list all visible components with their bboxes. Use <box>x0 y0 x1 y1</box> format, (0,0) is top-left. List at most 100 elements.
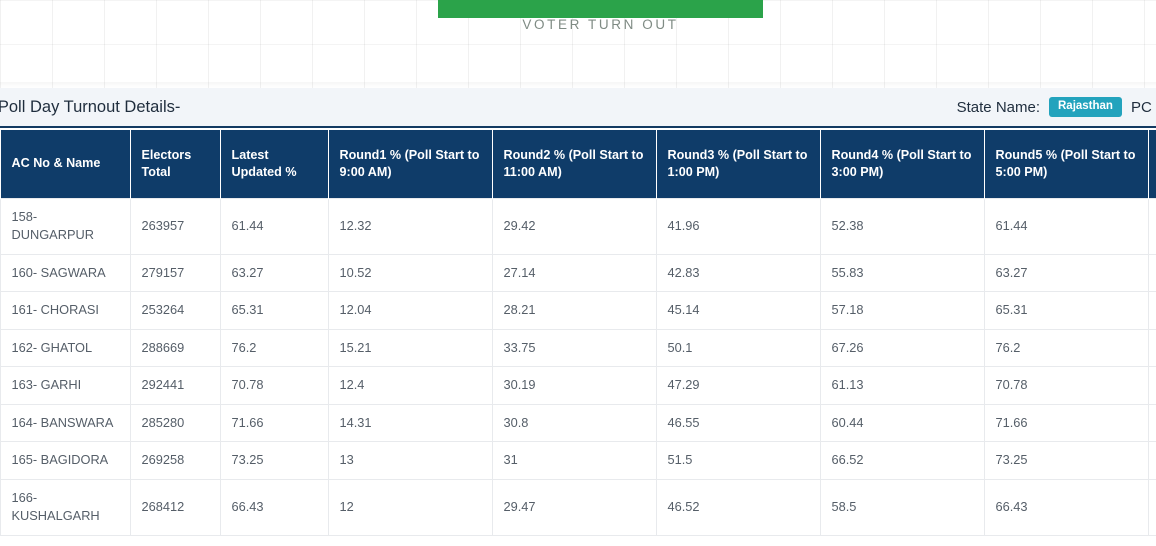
column-header-ac-no-name[interactable]: AC No & Name <box>0 130 131 198</box>
state-name-badge[interactable]: Rajasthan <box>1049 97 1122 117</box>
cell-ac-no-name: 165- BAGIDORA <box>0 441 131 480</box>
cell-electors-total: 279157 <box>130 254 221 293</box>
cell-round4: 57.18 <box>820 291 985 330</box>
column-header-round2[interactable]: Round2 % (Poll Start to 11:00 AM) <box>492 130 657 198</box>
cell-latest-updated: 63.27 <box>220 254 329 293</box>
cell-round2: 29.47 <box>492 479 657 536</box>
cell-round2: 30.8 <box>492 404 657 443</box>
table-row[interactable]: 165- BAGIDORA 269258 73.25 13 31 51.5 66.52 73.… <box>0 441 1156 480</box>
cell-round3: 45.14 <box>656 291 821 330</box>
voter-turnout-caption: VOTER TURN OUT <box>522 17 679 32</box>
cell-latest-updated: 71.66 <box>220 404 329 443</box>
cell-round5: 76.2 <box>984 329 1149 368</box>
cell-round5: 71.66 <box>984 404 1149 443</box>
column-header-round5[interactable]: Round5 % (Poll Start to 5:00 PM) <box>984 130 1149 198</box>
turnout-table: AC No & Name Electors Total Latest Updat… <box>0 130 1156 536</box>
column-header-round4[interactable]: Round4 % (Poll Start to 3:00 PM) <box>820 130 985 198</box>
table-row[interactable]: 162- GHATOL 288669 76.2 15.21 33.75 50.1 67.26… <box>0 329 1156 368</box>
turnout-table-container[interactable]: AC No & Name Electors Total Latest Updat… <box>0 130 1156 546</box>
cell-round1: 15.21 <box>328 329 493 368</box>
table-header: AC No & Name Electors Total Latest Updat… <box>0 130 1156 198</box>
table-row[interactable]: 158- DUNGARPUR 263957 61.44 12.32 29.42 41.96… <box>0 197 1156 255</box>
state-name-label: State Name: <box>956 98 1040 116</box>
header-meta-group: State Name: Rajasthan PC Name <box>924 97 1156 117</box>
cell-round2: 33.75 <box>492 329 657 368</box>
cell-overflow <box>1148 479 1156 536</box>
cell-round2: 30.19 <box>492 366 657 405</box>
table-row[interactable]: 160- SAGWARA 279157 63.27 10.52 27.14 42.83 55… <box>0 254 1156 293</box>
cell-round4: 52.38 <box>820 197 985 255</box>
cell-round1: 13 <box>328 441 493 480</box>
column-header-round1[interactable]: Round1 % (Poll Start to 9:00 AM) <box>328 130 493 198</box>
cell-round5: 70.78 <box>984 366 1149 405</box>
cell-round5: 65.31 <box>984 291 1149 330</box>
cell-overflow <box>1148 254 1156 293</box>
table-header-row: AC No & Name Electors Total Latest Updat… <box>0 130 1156 198</box>
table-row[interactable]: 163- GARHI 292441 70.78 12.4 30.19 47.29 61.13… <box>0 366 1156 405</box>
cell-round5: 73.25 <box>984 441 1149 480</box>
cell-round3: 50.1 <box>656 329 821 368</box>
cell-round2: 29.42 <box>492 197 657 255</box>
table-row[interactable]: 164- BANSWARA 285280 71.66 14.31 30.8 46.55 60… <box>0 404 1156 443</box>
cell-round5: 63.27 <box>984 254 1149 293</box>
cell-overflow <box>1148 366 1156 405</box>
cell-latest-updated: 73.25 <box>220 441 329 480</box>
cell-ac-no-name: 161- CHORASI <box>0 291 131 330</box>
cell-round3: 41.96 <box>656 197 821 255</box>
cell-ac-no-name: 164- BANSWARA <box>0 404 131 443</box>
green-banner-bar <box>438 0 763 18</box>
cell-round3: 51.5 <box>656 441 821 480</box>
cell-round3: 47.29 <box>656 366 821 405</box>
cell-ac-no-name: 158- DUNGARPUR <box>0 197 131 255</box>
column-header-latest-updated[interactable]: Latest Updated % <box>220 130 329 198</box>
cell-ac-no-name: 163- GARHI <box>0 366 131 405</box>
cell-latest-updated: 76.2 <box>220 329 329 368</box>
cell-electors-total: 253264 <box>130 291 221 330</box>
cell-round2: 27.14 <box>492 254 657 293</box>
cell-round4: 58.5 <box>820 479 985 536</box>
cell-electors-total: 268412 <box>130 479 221 536</box>
cell-ac-no-name: 160- SAGWARA <box>0 254 131 293</box>
cell-round3: 46.52 <box>656 479 821 536</box>
details-header-bar: nated Poll Day Turnout Details- State Na… <box>0 88 1156 128</box>
cell-ac-no-name: 166- KUSHALGARH <box>0 479 131 536</box>
cell-round1: 12.32 <box>328 197 493 255</box>
cell-round4: 67.26 <box>820 329 985 368</box>
column-header-electors-total[interactable]: Electors Total <box>130 130 221 198</box>
cell-overflow <box>1148 441 1156 480</box>
cell-electors-total: 269258 <box>130 441 221 480</box>
column-header-overflow[interactable] <box>1148 130 1156 198</box>
cell-overflow <box>1148 404 1156 443</box>
cell-round1: 14.31 <box>328 404 493 443</box>
pc-name-label: PC Name <box>1130 98 1156 116</box>
column-header-round3[interactable]: Round3 % (Poll Start to 1:00 PM) <box>656 130 821 198</box>
cell-electors-total: 292441 <box>130 366 221 405</box>
cell-round4: 61.13 <box>820 366 985 405</box>
cell-round1: 12.04 <box>328 291 493 330</box>
cell-round4: 66.52 <box>820 441 985 480</box>
cell-electors-total: 288669 <box>130 329 221 368</box>
cell-latest-updated: 65.31 <box>220 291 329 330</box>
cell-round5: 66.43 <box>984 479 1149 536</box>
cell-electors-total: 285280 <box>130 404 221 443</box>
cell-round1: 12 <box>328 479 493 536</box>
cell-latest-updated: 66.43 <box>220 479 329 536</box>
cell-electors-total: 263957 <box>130 197 221 255</box>
cell-round4: 60.44 <box>820 404 985 443</box>
cell-overflow <box>1148 197 1156 255</box>
cell-round3: 42.83 <box>656 254 821 293</box>
cell-round2: 28.21 <box>492 291 657 330</box>
cell-latest-updated: 70.78 <box>220 366 329 405</box>
table-row[interactable]: 161- CHORASI 253264 65.31 12.04 28.21 45.14 57… <box>0 291 1156 330</box>
cell-round3: 46.55 <box>656 404 821 443</box>
cell-round5: 61.44 <box>984 197 1149 255</box>
page-title: nated Poll Day Turnout Details- <box>0 97 181 116</box>
table-body: 158- DUNGARPUR 263957 61.44 12.32 29.42 41.96… <box>0 197 1156 536</box>
cell-round4: 55.83 <box>820 254 985 293</box>
cell-overflow <box>1148 329 1156 368</box>
table-row[interactable]: 166- KUSHALGARH 268412 66.43 12 29.47 46.52 58… <box>0 479 1156 536</box>
cell-overflow <box>1148 291 1156 330</box>
cell-round2: 31 <box>492 441 657 480</box>
cell-ac-no-name: 162- GHATOL <box>0 329 131 368</box>
cell-round1: 12.4 <box>328 366 493 405</box>
